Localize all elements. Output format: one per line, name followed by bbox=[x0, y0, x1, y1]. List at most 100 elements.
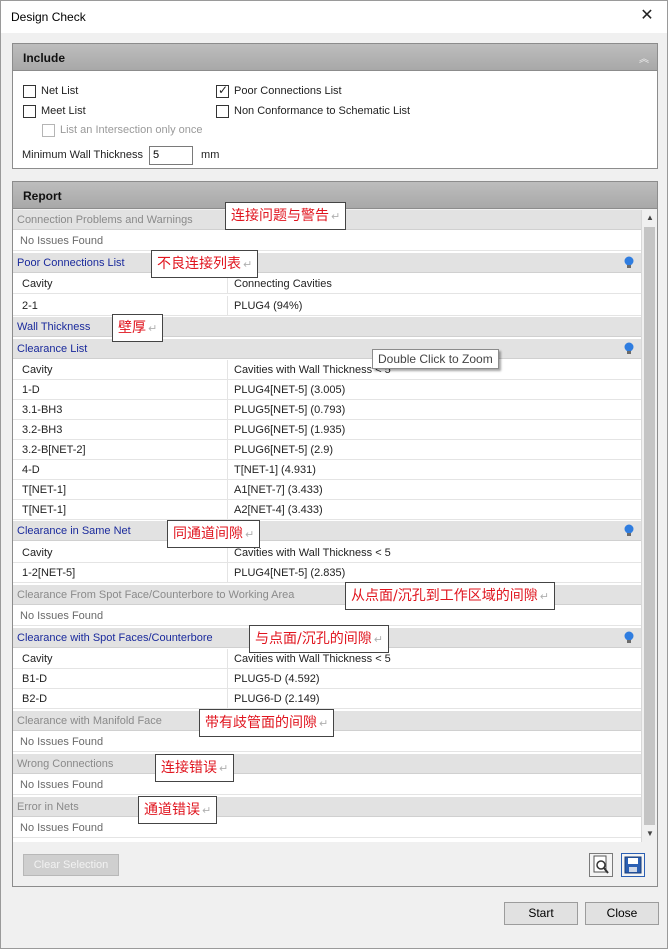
table-row[interactable]: 2-1 PLUG4 (94%) bbox=[13, 296, 642, 316]
cell-cavity: 3.2-B[NET-2] bbox=[22, 444, 86, 456]
intersection-once-checkbox: List an Intersection only once bbox=[42, 122, 202, 138]
clear-selection-button: Clear Selection bbox=[23, 854, 119, 876]
cell-cavity: B2-D bbox=[22, 693, 48, 705]
poor-connections-label: Poor Connections List bbox=[234, 85, 342, 97]
non-conformance-checkbox[interactable]: Non Conformance to Schematic List bbox=[216, 103, 410, 119]
section-label: Connection Problems and Warnings bbox=[17, 214, 193, 226]
collapse-icon[interactable]: ︽ bbox=[639, 50, 649, 65]
cell-cavity: B1-D bbox=[22, 673, 48, 685]
zoom-tooltip: Double Click to Zoom bbox=[372, 349, 499, 369]
report-scrollbar[interactable]: ▲ ▼ bbox=[641, 210, 657, 842]
no-issues-text: No Issues Found bbox=[20, 235, 104, 247]
section-label: Clearance with Spot Faces/Counterbore bbox=[17, 632, 213, 644]
table-row[interactable]: 1-2[NET-5] PLUG4[NET-5] (2.835) bbox=[13, 563, 642, 583]
table-row[interactable]: 3.2-B[NET-2] PLUG6[NET-5] (2.9) bbox=[13, 440, 642, 460]
meet-list-box[interactable] bbox=[23, 104, 36, 118]
lightbulb-icon[interactable] bbox=[623, 256, 635, 270]
annotation-wrong-connections: 连接错误 ↵ bbox=[155, 754, 235, 782]
list-item[interactable]: No Issues Found bbox=[13, 231, 642, 251]
save-icon bbox=[624, 856, 642, 874]
section-label: Clearance with Manifold Face bbox=[17, 715, 162, 727]
cell-cavity: 1-D bbox=[22, 384, 40, 396]
section-label: Poor Connections List bbox=[17, 257, 125, 269]
table-row[interactable]: 3.2-BH3 PLUG6[NET-5] (1.935) bbox=[13, 420, 642, 440]
cell-value: PLUG5-D (4.592) bbox=[234, 673, 320, 685]
cell-value: PLUG4[NET-5] (3.005) bbox=[234, 384, 346, 396]
table-header-row: Cavity Cavities with Wall Thickness < 5 bbox=[13, 360, 642, 380]
col-cavity: Cavity bbox=[22, 364, 53, 376]
min-wall-unit: mm bbox=[201, 149, 220, 161]
window-close-icon[interactable]: ✕ bbox=[637, 6, 657, 26]
table-row[interactable]: B1-D PLUG5-D (4.592) bbox=[13, 669, 642, 689]
zoom-button[interactable] bbox=[589, 853, 613, 877]
include-panel: Include ︽ Net List Meet List List an Int… bbox=[12, 43, 658, 169]
cell-value: PLUG6[NET-5] (2.9) bbox=[234, 444, 334, 456]
no-issues-text: No Issues Found bbox=[20, 736, 104, 748]
design-check-window: Design Check ✕ Include ︽ Net List Meet L… bbox=[0, 0, 668, 949]
cell-value: A1[NET-7] (3.433) bbox=[234, 484, 323, 496]
table-row[interactable]: B2-D PLUG6-D (2.149) bbox=[13, 689, 642, 709]
scroll-down-icon[interactable]: ▼ bbox=[642, 826, 658, 842]
no-issues-text: No Issues Found bbox=[20, 779, 104, 791]
annotation-wall-thickness: 壁厚 ↵ bbox=[112, 314, 164, 342]
meet-list-checkbox[interactable]: Meet List bbox=[23, 103, 86, 119]
section-label: Clearance From Spot Face/Counterbore to … bbox=[17, 589, 295, 601]
cell-value: A2[NET-4] (3.433) bbox=[234, 504, 323, 516]
section-clearance-same-net[interactable]: Clearance in Same Net bbox=[13, 521, 642, 541]
col-cavity: Cavity bbox=[22, 653, 53, 665]
col-cavity: Cavity bbox=[22, 547, 53, 559]
list-item[interactable]: No Issues Found bbox=[13, 775, 642, 795]
include-title: Include bbox=[23, 51, 66, 65]
min-wall-label: Minimum Wall Thickness bbox=[22, 149, 144, 161]
annotation-spot-face-working: 从点面/沉孔到工作区域的间隙 ↵ bbox=[345, 582, 555, 610]
dialog-client: Include ︽ Net List Meet List List an Int… bbox=[1, 33, 667, 948]
start-button[interactable]: Start bbox=[504, 902, 578, 925]
close-button[interactable]: Close bbox=[585, 902, 659, 925]
section-clearance-list[interactable]: Clearance List bbox=[13, 339, 642, 359]
cell-cavity: 1-2[NET-5] bbox=[22, 567, 76, 579]
cell-cavity: 3.2-BH3 bbox=[22, 424, 63, 436]
lightbulb-icon[interactable] bbox=[623, 631, 635, 645]
annotation-manifold: 带有歧管面的间隙 ↵ bbox=[199, 709, 335, 737]
title-bar: Design Check ✕ bbox=[1, 1, 667, 33]
cell-cavity: T[NET-1] bbox=[22, 484, 67, 496]
report-list[interactable]: Connection Problems and Warnings No Issu… bbox=[13, 210, 642, 842]
section-poor-connections[interactable]: Poor Connections List bbox=[13, 253, 642, 273]
cell-cavity: 2-1 bbox=[22, 300, 38, 312]
section-wrong-connections[interactable]: Wrong Connections bbox=[13, 754, 642, 774]
cell-cavity: T[NET-1] bbox=[22, 504, 67, 516]
cell-value: PLUG4[NET-5] (2.835) bbox=[234, 567, 346, 579]
table-row[interactable]: T[NET-1] A1[NET-7] (3.433) bbox=[13, 480, 642, 500]
non-conformance-box[interactable] bbox=[216, 104, 229, 118]
table-row[interactable]: 4-D T[NET-1] (4.931) bbox=[13, 460, 642, 480]
save-report-button[interactable] bbox=[621, 853, 645, 877]
net-list-box[interactable] bbox=[23, 84, 36, 98]
scroll-thumb[interactable] bbox=[644, 227, 655, 825]
lightbulb-icon[interactable] bbox=[623, 342, 635, 356]
table-row[interactable]: T[NET-1] A2[NET-4] (3.433) bbox=[13, 500, 642, 520]
scroll-up-icon[interactable]: ▲ bbox=[642, 210, 658, 226]
table-row[interactable]: 1-D PLUG4[NET-5] (3.005) bbox=[13, 380, 642, 400]
table-header-row: Cavity Connecting Cavities bbox=[13, 274, 642, 294]
col-connecting: Connecting Cavities bbox=[234, 278, 332, 290]
annotation-spot-faces: 与点面/沉孔的间隙 ↵ bbox=[249, 625, 389, 653]
section-error-in-nets[interactable]: Error in Nets bbox=[13, 797, 642, 817]
min-wall-input[interactable] bbox=[149, 145, 194, 165]
poor-connections-box[interactable] bbox=[216, 83, 229, 98]
poor-connections-checkbox[interactable]: Poor Connections List bbox=[216, 83, 342, 99]
intersection-once-box bbox=[42, 123, 55, 137]
min-wall-thickness-row: Minimum Wall Thickness mm bbox=[22, 145, 219, 165]
section-wall-thickness[interactable]: Wall Thickness bbox=[13, 317, 642, 337]
annotation-poor-connections: 不良连接列表 ↵ bbox=[151, 250, 259, 278]
cell-value: PLUG6[NET-5] (1.935) bbox=[234, 424, 346, 436]
lightbulb-icon[interactable] bbox=[623, 524, 635, 538]
table-row[interactable]: 3.1-BH3 PLUG5[NET-5] (0.793) bbox=[13, 400, 642, 420]
section-label: Clearance List bbox=[17, 343, 88, 355]
annotation-error-in-nets: 通道错误 ↵ bbox=[138, 796, 218, 824]
window-title: Design Check bbox=[11, 10, 86, 24]
list-item[interactable]: No Issues Found bbox=[13, 818, 642, 838]
net-list-checkbox[interactable]: Net List bbox=[23, 83, 78, 99]
section-label: Wall Thickness bbox=[17, 321, 91, 333]
table-header-row: Cavity Cavities with Wall Thickness < 5 bbox=[13, 543, 642, 563]
report-title: Report bbox=[23, 189, 62, 203]
